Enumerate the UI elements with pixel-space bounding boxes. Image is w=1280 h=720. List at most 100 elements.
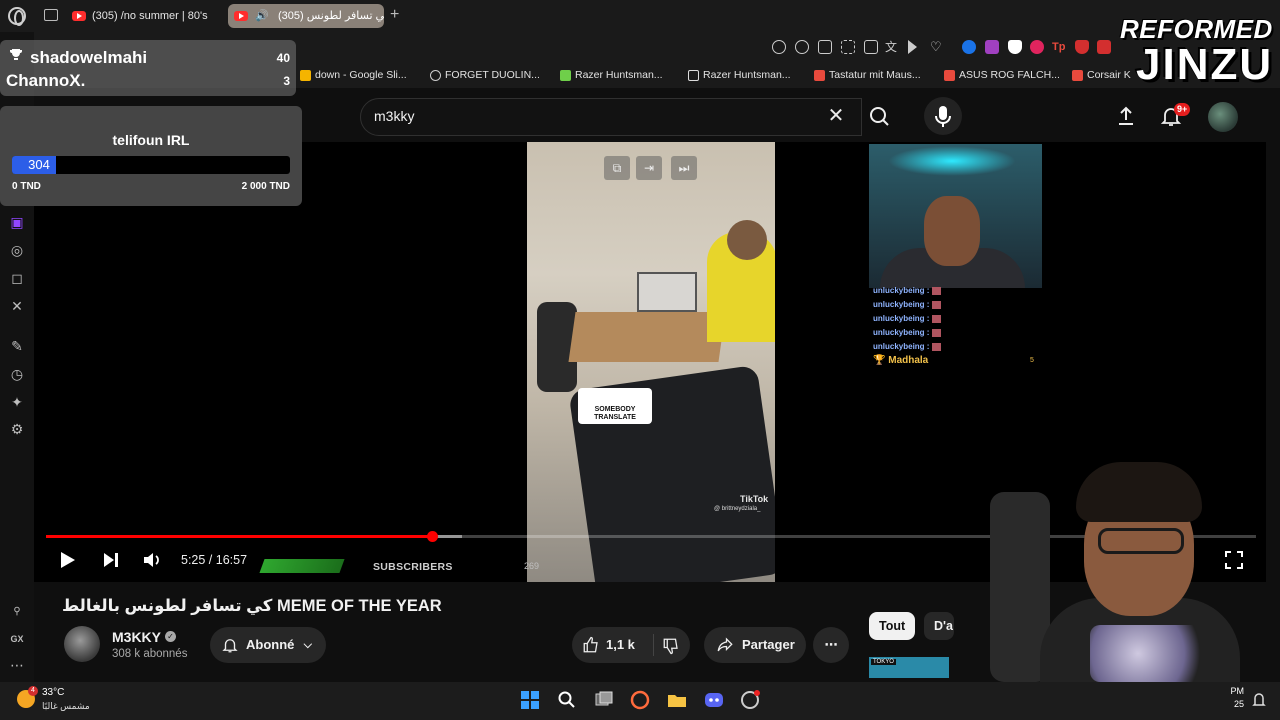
browser-logo-icon[interactable] (8, 7, 26, 26)
new-tab-button[interactable]: + (390, 6, 399, 24)
chip-all[interactable]: Tout (869, 612, 916, 640)
speaker-icon[interactable]: 🔊 (255, 10, 269, 22)
messenger-icon[interactable]: ◎ (9, 242, 25, 258)
thumbnail-label: TOKYO (871, 659, 896, 665)
history-icon[interactable]: ◷ (9, 366, 25, 382)
youtube-favicon-icon (234, 11, 248, 21)
next-video-icon[interactable] (100, 549, 122, 571)
search-icon[interactable] (860, 98, 900, 136)
page-favicon-icon (688, 70, 699, 81)
gx-icon[interactable]: GX (9, 631, 25, 647)
browser-tab-1[interactable]: (305) /no summer | 80's (66, 4, 216, 28)
top-chatter-2-count: 3 (283, 74, 290, 88)
time-display: 5:25 / 16:57 (181, 553, 248, 567)
bookmark-5[interactable]: Tastatur mit Maus... (814, 69, 921, 81)
bookmark-6[interactable]: ASUS ROG FALCH... (944, 69, 1060, 81)
bookmark-7[interactable]: Corsair K (1072, 69, 1131, 81)
pin-icon[interactable]: ⚲ (9, 604, 25, 620)
instagram-icon[interactable]: ◻ (9, 270, 25, 286)
extension-icon[interactable] (818, 40, 832, 54)
bookmark-3[interactable]: Razer Huntsman... (560, 69, 663, 81)
top-chatter-2-name: ChannoX. (6, 71, 86, 90)
channel-name[interactable]: M3KKY (112, 629, 161, 645)
channel-subscriber-count: 308 k abonnés (112, 648, 188, 660)
file-explorer-icon[interactable] (667, 690, 687, 710)
extensions-icon[interactable]: ✦ (9, 394, 25, 410)
opera-gx-icon[interactable] (630, 690, 650, 710)
tab-manager-icon[interactable] (44, 9, 58, 21)
send-icon[interactable] (908, 40, 917, 54)
volume-icon[interactable] (141, 549, 163, 571)
like-count[interactable]: 1,1 k (606, 637, 635, 652)
account-avatar[interactable] (1208, 102, 1238, 132)
tiktok-handle: @ brittneydziala_ (714, 506, 761, 512)
bookmark-4[interactable]: Razer Huntsman... (688, 69, 791, 81)
shazam-extension-icon[interactable] (962, 40, 976, 54)
thumbs-down-icon[interactable] (662, 637, 680, 655)
clear-search-icon[interactable]: ✕ (824, 104, 848, 128)
share-icon (717, 637, 733, 652)
search-input[interactable] (360, 98, 862, 136)
settings-gear-icon[interactable]: ⚙ (9, 421, 25, 437)
block-icon[interactable] (864, 40, 878, 54)
donation-goal-min: 0 TND (12, 181, 41, 192)
search-query-text: m3kky (374, 108, 415, 124)
channel-avatar[interactable] (64, 626, 100, 662)
steam-icon[interactable] (740, 690, 760, 710)
notification-center-icon[interactable] (1252, 690, 1266, 710)
site-favicon-icon (560, 70, 571, 81)
purple-extension-icon[interactable] (985, 40, 999, 54)
progress-scrubber-handle[interactable] (427, 531, 438, 542)
weather-alert-badge: 4 (28, 686, 38, 696)
miniplayer-icon[interactable]: ⧉ (604, 156, 630, 180)
fullscreen-icon[interactable] (1224, 550, 1244, 570)
taskbar-search-icon[interactable] (557, 690, 577, 710)
browser-tab-2-active[interactable]: 🔊 كي تسافر لطونس (305) (228, 4, 384, 28)
red-extension-icon[interactable] (1030, 40, 1044, 54)
chat-message: unluckybeing : (873, 342, 942, 351)
heart-icon[interactable]: ♡ (930, 40, 944, 54)
weather-temperature: 33°C (42, 687, 65, 698)
site-favicon-icon (944, 70, 955, 81)
chevron-down-icon: ⌵ (303, 639, 312, 651)
windows-start-icon[interactable] (520, 690, 540, 710)
exit-icon[interactable]: ⇥ (636, 156, 662, 180)
upload-icon[interactable] (1114, 104, 1138, 128)
redirect-extension-icon[interactable] (1097, 40, 1111, 54)
discord-icon[interactable] (704, 690, 724, 710)
translate-icon[interactable]: 文 (885, 40, 899, 54)
bell-icon (222, 639, 238, 653)
more-actions-button[interactable]: ⋯ (813, 627, 849, 663)
brush-icon[interactable]: ✎ (9, 338, 25, 354)
weather-description: مشمس غالبًا (42, 701, 90, 711)
twitch-icon[interactable]: ▣ (9, 214, 25, 230)
video-content-frame (527, 142, 775, 582)
sticker-text: SOMEBODY TRANSLATE (594, 406, 636, 421)
subscriber-goal-bar (259, 559, 345, 573)
emote-icon (932, 314, 942, 323)
microphone-icon[interactable] (924, 97, 962, 135)
tiktok-watermark: TikTok (740, 494, 769, 504)
thumbs-up-icon[interactable] (582, 636, 600, 654)
emoji-extension-icon[interactable] (795, 40, 809, 54)
chat-top-user: 🏆 Madhala (873, 355, 929, 366)
chip-category[interactable]: D'a (924, 612, 954, 640)
play-icon[interactable] (56, 549, 78, 571)
zoom-icon[interactable] (772, 40, 786, 54)
more-sidebar-icon[interactable]: ⋯ (9, 657, 25, 673)
cam-person-face (924, 196, 980, 266)
screenshot-icon[interactable] (841, 40, 855, 54)
hand-extension-icon[interactable] (1008, 40, 1022, 54)
x-twitter-icon[interactable]: ✕ (9, 298, 25, 314)
shield-extension-icon[interactable] (1075, 40, 1089, 54)
bookmark-2[interactable]: FORGET DUOLIN... (430, 69, 540, 81)
skip-next-icon[interactable]: ⏭ (671, 156, 697, 180)
task-view-icon[interactable] (594, 690, 614, 710)
video-printer (637, 272, 697, 312)
subscribe-button[interactable]: Abonné ⌵ (210, 627, 326, 663)
bookmark-1[interactable]: down - Google Sli... (300, 69, 407, 81)
screen: (305) /no summer | 80's 🔊 كي تسافر لطونس… (0, 0, 1280, 720)
share-button[interactable]: Partager (704, 627, 806, 663)
tp-extension-icon[interactable]: Tp (1052, 40, 1066, 54)
video-title: كي تسافر لطونس بالغالط MEME OF THE YEAR (62, 597, 442, 615)
